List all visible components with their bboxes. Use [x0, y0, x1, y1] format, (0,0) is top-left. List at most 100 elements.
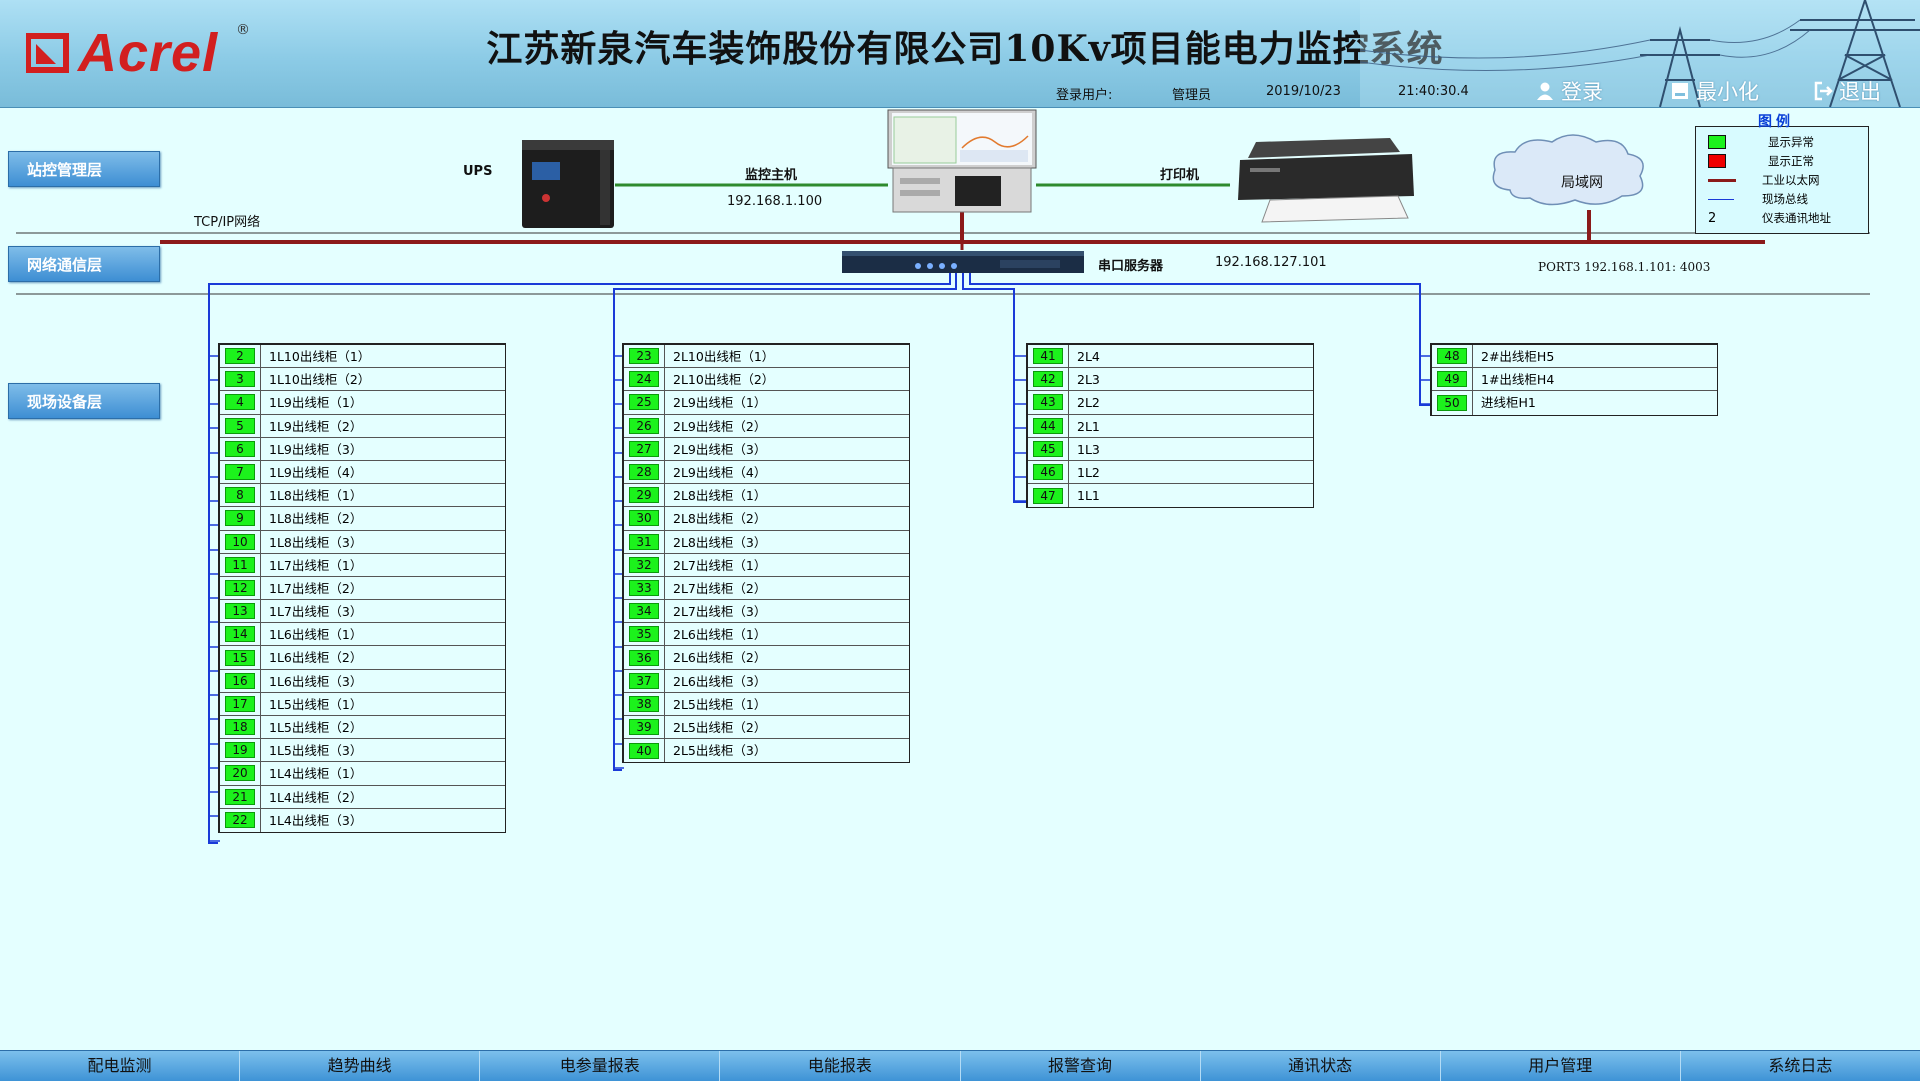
cabinet-name: 1L7出线柜（2）: [269, 580, 363, 596]
device-row[interactable]: 16 1L6出线柜（3）: [220, 669, 505, 693]
cabinet-name: 1L6出线柜（3）: [269, 673, 363, 689]
device-row[interactable]: 32 2L7出线柜（1）: [624, 553, 909, 577]
device-row[interactable]: 34 2L7出线柜（3）: [624, 600, 909, 624]
nav-item[interactable]: 通讯状态: [1201, 1051, 1441, 1081]
meter-address-badge: 26: [629, 417, 659, 434]
cabinet-name: 1L9出线柜（1）: [269, 395, 363, 411]
legend-item: 现场总线: [1708, 191, 1808, 207]
cabinet-name: 2L5出线柜（2）: [673, 720, 767, 735]
cabinet-name: 2L3: [1077, 372, 1100, 388]
device-row[interactable]: 38 2L5出线柜（1）: [624, 692, 909, 716]
device-row[interactable]: 8 1L8出线柜（1）: [220, 484, 505, 508]
comm-status-cell: 37: [624, 669, 665, 692]
device-row[interactable]: 23 2L10出线柜（1）: [624, 345, 909, 369]
device-row[interactable]: 24 2L10出线柜（2）: [624, 368, 909, 392]
comm-status-cell: 49: [1432, 368, 1473, 391]
cabinet-name: 2L7出线柜（2）: [673, 580, 767, 596]
network-layer-button[interactable]: 网络通信层: [8, 246, 160, 282]
device-row[interactable]: 19 1L5出线柜（3）: [220, 739, 505, 763]
device-row[interactable]: 13 1L7出线柜（3）: [220, 600, 505, 624]
device-row[interactable]: 15 1L6出线柜（2）: [220, 646, 505, 670]
device-row[interactable]: 39 2L5出线柜（2）: [624, 716, 909, 740]
nav-item[interactable]: 报警查询: [961, 1051, 1201, 1081]
cabinet-name: 1L2: [1077, 464, 1100, 480]
device-row[interactable]: 45 1L3: [1028, 437, 1313, 461]
device-row[interactable]: 25 2L9出线柜（1）: [624, 391, 909, 415]
device-row[interactable]: 36 2L6出线柜（2）: [624, 646, 909, 670]
device-row[interactable]: 26 2L9出线柜（2）: [624, 414, 909, 438]
meter-address-badge: 39: [629, 719, 659, 736]
meter-address-badge: 50: [1437, 394, 1467, 411]
cabinet-name: 2L5出线柜（1）: [673, 696, 767, 712]
device-row[interactable]: 6 1L9出线柜（3）: [220, 437, 505, 461]
comm-status-cell: 50: [1432, 391, 1473, 415]
device-row[interactable]: 44 2L1: [1028, 414, 1313, 438]
device-row[interactable]: 10 1L8出线柜（3）: [220, 530, 505, 554]
comm-status-cell: 20: [220, 762, 261, 785]
device-table-group-2: 23 2L10出线柜（1） 24 2L10出线柜（2） 25 2L9出线柜（1） 26 2L9…: [622, 343, 910, 764]
comm-status-cell: 29: [624, 484, 665, 507]
device-row[interactable]: 17 1L5出线柜（1）: [220, 692, 505, 716]
device-row[interactable]: 27 2L9出线柜（3）: [624, 437, 909, 461]
device-row[interactable]: 20 1L4出线柜（1）: [220, 762, 505, 786]
host-ip-label: 192.168.1.100: [727, 194, 823, 209]
comm-status-cell: 27: [624, 437, 665, 460]
green-box-icon: [1708, 135, 1726, 149]
cabinet-name: 2L1: [1077, 418, 1100, 434]
device-row[interactable]: 49 1#出线柜H4: [1432, 368, 1717, 392]
meter-address-badge: 37: [629, 672, 659, 689]
cabinet-name: 2L5出线柜（3）: [673, 743, 767, 759]
nav-item[interactable]: 趋势曲线: [240, 1051, 481, 1081]
device-row[interactable]: 3 1L10出线柜（2）: [220, 368, 505, 392]
cabinet-name: 2L9出线柜（3）: [673, 441, 767, 457]
device-row[interactable]: 41 2L4: [1028, 345, 1313, 369]
device-row[interactable]: 43 2L2: [1028, 391, 1313, 415]
device-row[interactable]: 47 1L1: [1028, 484, 1313, 508]
cabinet-name: 1L1: [1077, 488, 1100, 504]
device-row[interactable]: 31 2L8出线柜（3）: [624, 530, 909, 554]
cabinet-name: 2L9出线柜（1）: [673, 395, 767, 411]
device-row[interactable]: 18 1L5出线柜（2）: [220, 716, 505, 740]
field-layer-button[interactable]: 现场设备层: [8, 383, 160, 419]
device-row[interactable]: 5 1L9出线柜（2）: [220, 414, 505, 438]
device-row[interactable]: 2 1L10出线柜（1）: [220, 345, 505, 369]
device-row[interactable]: 28 2L9出线柜（4）: [624, 460, 909, 485]
comm-status-cell: 39: [624, 716, 665, 739]
device-row[interactable]: 50 进线柜H1: [1432, 391, 1717, 415]
nav-item[interactable]: 电参量报表: [480, 1051, 721, 1081]
device-row[interactable]: 14 1L6出线柜（1）: [220, 623, 505, 647]
nav-item[interactable]: 电能报表: [720, 1051, 961, 1081]
meter-address-badge: 11: [225, 556, 255, 573]
nav-item[interactable]: 配电监测: [0, 1051, 241, 1081]
nav-item[interactable]: 系统日志: [1681, 1051, 1920, 1081]
device-row[interactable]: 29 2L8出线柜（1）: [624, 484, 909, 508]
device-row[interactable]: 37 2L6出线柜（3）: [624, 669, 909, 693]
meter-address-badge: 6: [225, 440, 255, 457]
cabinet-name: 1L10出线柜（1）: [269, 349, 371, 364]
device-row[interactable]: 9 1L8出线柜（2）: [220, 507, 505, 531]
meter-address-badge: 16: [225, 672, 255, 689]
nav-item[interactable]: 用户管理: [1441, 1051, 1681, 1081]
device-row[interactable]: 42 2L3: [1028, 368, 1313, 392]
device-row[interactable]: 35 2L6出线柜（1）: [624, 623, 909, 647]
device-row[interactable]: 48 2#出线柜H5: [1432, 345, 1717, 369]
device-row[interactable]: 33 2L7出线柜（2）: [624, 576, 909, 601]
cabinet-name: 2L6出线柜（3）: [673, 673, 767, 689]
device-row[interactable]: 46 1L2: [1028, 460, 1313, 485]
device-row[interactable]: 22 1L4出线柜（3）: [220, 808, 505, 832]
comm-status-cell: 41: [1028, 345, 1069, 368]
device-row[interactable]: 11 1L7出线柜（1）: [220, 553, 505, 577]
host-label: 监控主机: [745, 168, 798, 183]
meter-address-badge: 32: [629, 556, 659, 573]
device-row[interactable]: 4 1L9出线柜（1）: [220, 391, 505, 415]
legend-item: 显示异常: [1708, 134, 1814, 150]
device-row[interactable]: 40 2L5出线柜（3）: [624, 739, 909, 763]
cabinet-name: 2#出线柜H5: [1481, 349, 1555, 364]
cabinet-name: 2L7出线柜（3）: [673, 604, 767, 620]
device-row[interactable]: 21 1L4出线柜（2）: [220, 785, 505, 809]
station-layer-button[interactable]: 站控管理层: [8, 151, 160, 187]
device-row[interactable]: 30 2L8出线柜（2）: [624, 507, 909, 531]
comm-status-cell: 4: [220, 391, 261, 414]
device-row[interactable]: 12 1L7出线柜（2）: [220, 576, 505, 601]
device-row[interactable]: 7 1L9出线柜（4）: [220, 460, 505, 485]
